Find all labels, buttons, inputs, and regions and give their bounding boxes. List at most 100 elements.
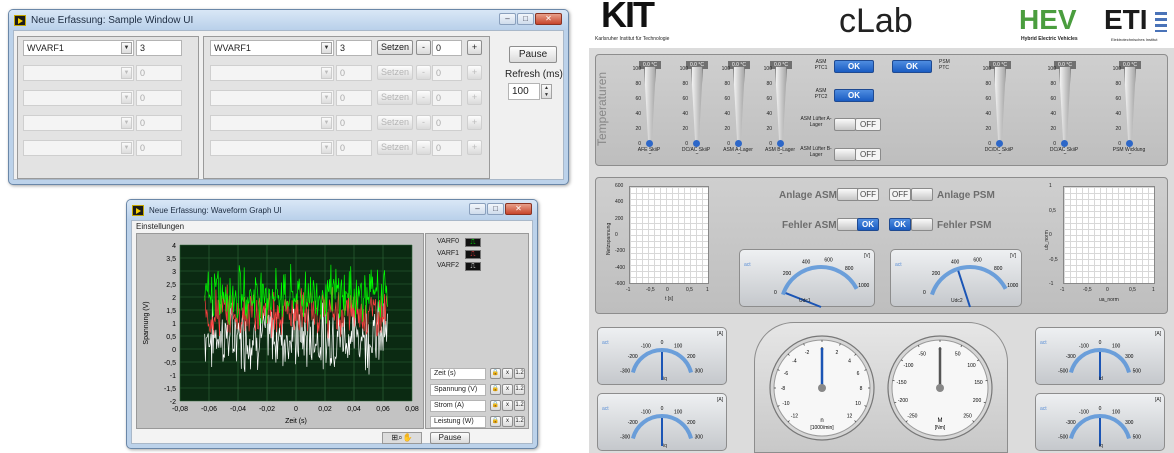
setzen-button[interactable]: Setzen	[377, 90, 413, 105]
x-tick-label: 0	[666, 287, 669, 293]
autoscale-icon[interactable]: x	[502, 416, 513, 427]
channel-value-right[interactable]: 0	[336, 65, 372, 81]
format-icon[interactable]: 1.2	[514, 400, 525, 411]
legend-plot-icon[interactable]: ⎍	[465, 262, 481, 271]
menu-einstellungen[interactable]: Einstellungen	[136, 222, 184, 231]
refresh-spinner[interactable]: ▲ ▼	[541, 84, 552, 99]
channel-select-left[interactable]	[23, 115, 134, 131]
fehler-psm-label: Fehler PSM	[937, 220, 992, 231]
channel-value-right[interactable]: 3	[336, 40, 372, 56]
dropdown-arrow-icon[interactable]: ▼	[321, 92, 332, 104]
fehler-asm-switch[interactable]	[837, 218, 859, 231]
luefter-a-switch[interactable]	[834, 118, 856, 131]
set-value-input[interactable]: 0	[432, 140, 462, 156]
refresh-input[interactable]: 100	[508, 83, 540, 100]
dropdown-arrow-icon[interactable]: ▼	[321, 117, 332, 129]
minimize-button[interactable]: –	[469, 203, 486, 215]
close-button[interactable]: ✕	[535, 13, 562, 25]
dropdown-arrow-icon[interactable]: ▼	[321, 42, 332, 54]
pause-button[interactable]: Pause	[509, 46, 557, 63]
y-tick-label: 0	[172, 347, 176, 354]
autoscale-icon[interactable]: x	[502, 384, 513, 395]
decrement-button[interactable]: -	[416, 90, 431, 105]
increment-button[interactable]: +	[467, 140, 482, 155]
close-button[interactable]: ✕	[505, 203, 532, 215]
channel-value-left[interactable]: 3	[136, 40, 182, 56]
id-top-tick-label: -500	[1058, 369, 1068, 375]
decrement-button[interactable]: -	[416, 40, 431, 55]
x-tick-label: 0	[294, 406, 298, 413]
channel-value-left[interactable]: 0	[136, 90, 182, 106]
dropdown-arrow-icon[interactable]: ▼	[321, 67, 332, 79]
channel-select-right[interactable]	[210, 115, 334, 131]
luefter-b-switch[interactable]	[834, 148, 856, 161]
increment-button[interactable]: +	[467, 115, 482, 130]
channel-select-right[interactable]	[210, 65, 334, 81]
decrement-button[interactable]: -	[416, 115, 431, 130]
dropdown-arrow-icon[interactable]: ▼	[121, 117, 132, 129]
setzen-button[interactable]: Setzen	[377, 115, 413, 130]
channel-value-right[interactable]: 0	[336, 115, 372, 131]
set-value-input[interactable]: 0	[432, 40, 462, 56]
channel-value-left[interactable]: 0	[136, 140, 182, 156]
fehler-psm-switch[interactable]	[911, 218, 933, 231]
setzen-button[interactable]: Setzen	[377, 40, 413, 55]
set-value-input[interactable]: 0	[432, 115, 462, 131]
thermometer-tick-label: 20	[635, 126, 641, 132]
increment-button[interactable]: +	[467, 90, 482, 105]
minimize-button[interactable]: –	[499, 13, 516, 25]
id-top-tick-label: 500	[1133, 369, 1142, 375]
channel-select-right[interactable]: WVARF1	[210, 40, 334, 56]
thermometer-label: ASM A-Lager	[723, 147, 753, 153]
channel-value-right[interactable]: 0	[336, 140, 372, 156]
thermometer-tick-label: 100	[679, 66, 688, 72]
window-controls: – □ ✕	[498, 13, 562, 25]
sample-window-titlebar[interactable]: Neue Erfassung: Sample Window UI – □ ✕	[9, 10, 568, 30]
legend-plot-icon[interactable]: ⎍	[465, 250, 481, 259]
labview-icon	[14, 14, 26, 26]
channel-value-right[interactable]: 0	[336, 90, 372, 106]
decrement-button[interactable]: -	[416, 140, 431, 155]
iq-unit-left: [A]	[717, 331, 724, 337]
pause-button[interactable]: Pause	[430, 432, 470, 444]
anlage-psm-switch[interactable]	[911, 188, 933, 201]
decrement-button[interactable]: -	[416, 65, 431, 80]
set-value-input[interactable]: 0	[432, 65, 462, 81]
maximize-button[interactable]: □	[517, 13, 534, 25]
channel-select-left[interactable]: WVARF1	[23, 40, 134, 56]
thermometer-tick-label: 40	[1050, 111, 1056, 117]
lock-icon[interactable]: 🔒	[490, 416, 501, 427]
lock-icon[interactable]: 🔒	[490, 368, 501, 379]
autoscale-icon[interactable]: x	[502, 400, 513, 411]
format-icon[interactable]: 1.2	[514, 416, 525, 427]
increment-button[interactable]: +	[467, 40, 482, 55]
autoscale-icon[interactable]: x	[502, 368, 513, 379]
maximize-button[interactable]: □	[487, 203, 504, 215]
increment-button[interactable]: +	[467, 65, 482, 80]
format-icon[interactable]: 1.2	[514, 384, 525, 395]
thermometer-tick-label: 100	[1047, 66, 1056, 72]
format-icon[interactable]: 1.2	[514, 368, 525, 379]
channel-select-right[interactable]	[210, 140, 334, 156]
dropdown-arrow-icon[interactable]: ▼	[121, 42, 132, 54]
channel-select-right[interactable]	[210, 90, 334, 106]
lock-icon[interactable]: 🔒	[490, 384, 501, 395]
setzen-button[interactable]: Setzen	[377, 65, 413, 80]
channel-select-left[interactable]	[23, 140, 134, 156]
pan-tool-icon[interactable]: ✋	[403, 433, 413, 442]
set-value-input[interactable]: 0	[432, 90, 462, 106]
channel-select-left[interactable]	[23, 90, 134, 106]
setzen-button[interactable]: Setzen	[377, 140, 413, 155]
channel-select-left[interactable]	[23, 65, 134, 81]
legend-plot-icon[interactable]: ⎍	[465, 238, 481, 247]
lock-icon[interactable]: 🔒	[490, 400, 501, 411]
hev-logo: HEV	[1019, 4, 1077, 35]
dropdown-arrow-icon[interactable]: ▼	[121, 92, 132, 104]
dropdown-arrow-icon[interactable]: ▼	[121, 142, 132, 154]
anlage-asm-switch[interactable]	[837, 188, 859, 201]
channel-value-left[interactable]: 0	[136, 65, 182, 81]
waveform-window-titlebar[interactable]: Neue Erfassung: Waveform Graph UI – □ ✕	[127, 200, 537, 220]
dropdown-arrow-icon[interactable]: ▼	[321, 142, 332, 154]
channel-value-left[interactable]: 0	[136, 115, 182, 131]
dropdown-arrow-icon[interactable]: ▼	[121, 67, 132, 79]
